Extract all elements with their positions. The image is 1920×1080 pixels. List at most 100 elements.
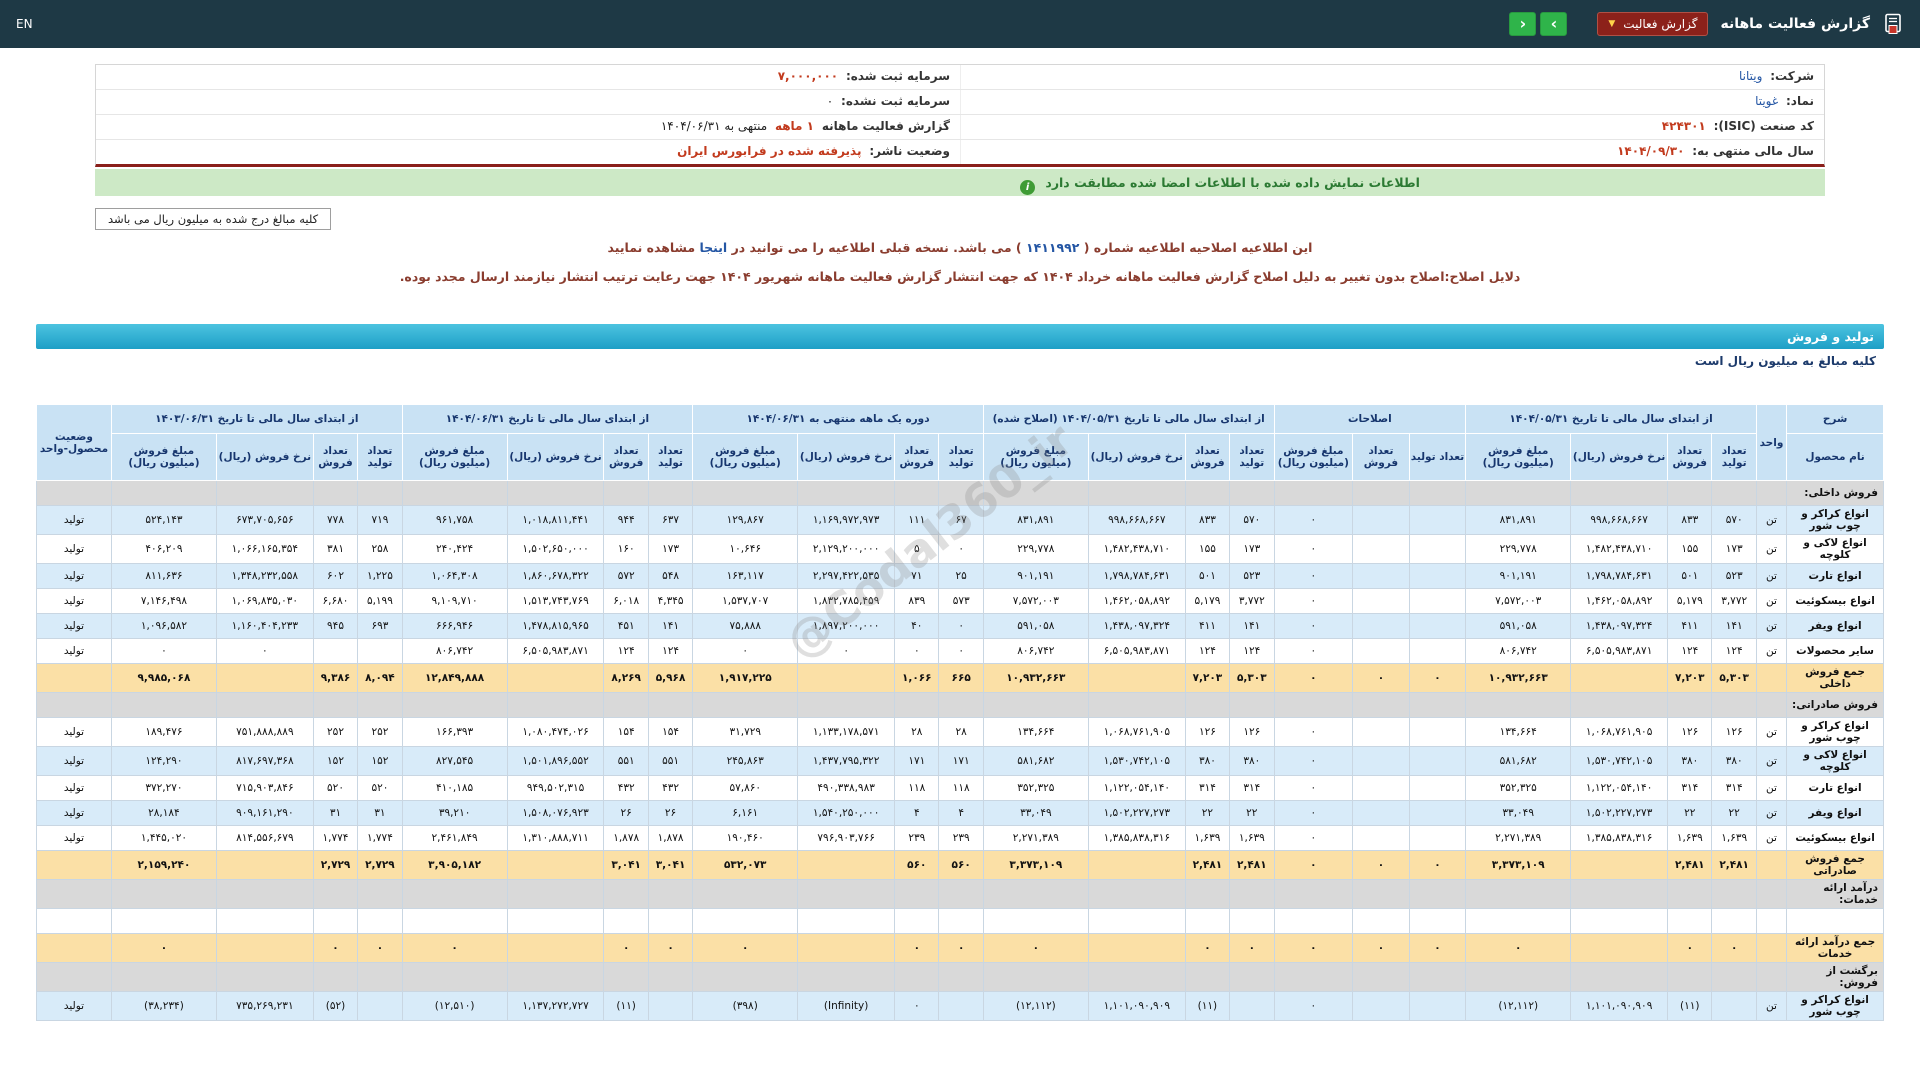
table-cell: ۵۸۱,۶۸۲ [982, 746, 1089, 776]
table-cell: ۱۲۶ [1229, 717, 1275, 747]
table-cell: ۰ [938, 613, 984, 639]
table-cell: ۲,۴۸۱ [1667, 850, 1713, 880]
table-cell [401, 908, 508, 934]
table-cell [401, 962, 508, 992]
company-link[interactable]: ویتانا [1739, 69, 1762, 83]
table-cell [692, 962, 799, 992]
table-cell: ۵,۱۹۹ [357, 588, 403, 614]
table-cell: ۴۳۲ [603, 775, 649, 801]
table-cell: (۱۲,۱۱۲) [1465, 991, 1572, 1021]
notice-number-link[interactable]: ۱۴۱۱۹۹۲ [1026, 240, 1079, 255]
table-cell: (۱۲,۵۱۰) [401, 991, 508, 1021]
table-cell [1408, 480, 1467, 506]
table-cell: ۱,۰۶۸,۷۶۱,۹۰۵ [1570, 717, 1669, 747]
header-sub: تعداد تولید [938, 433, 984, 481]
table-cell: ۰ [1273, 991, 1354, 1021]
header-sub: تعداد فروش [312, 433, 359, 481]
table-cell [401, 879, 508, 909]
unit-cell [1755, 663, 1788, 693]
table-cell [506, 480, 605, 506]
table-cell [1352, 480, 1410, 506]
table-cell [1667, 480, 1713, 506]
table-cell [1352, 717, 1410, 747]
table-cell [1229, 879, 1275, 909]
table-cell: ۶,۶۸۰ [312, 588, 359, 614]
table-cell [1352, 908, 1410, 934]
table-cell [692, 908, 799, 934]
table-cell: ۲,۱۵۹,۲۴۰ [110, 850, 217, 880]
production-sales-table: شرح واحد از ابتدای سال مالی تا تاریخ ۱۴۰۴/… [36, 404, 1884, 1021]
symbol-label: نماد: [1785, 94, 1814, 108]
table-cell: ۲,۲۷۱,۳۸۹ [1465, 825, 1572, 851]
report-period-value: ۱ ماهه [774, 119, 814, 133]
info-icon: i [1020, 180, 1036, 195]
product-name-cell: سایر محصولات [1786, 638, 1884, 664]
table-cell: ۷۱ [894, 563, 940, 589]
table-cell: ۵۹۱,۰۵۸ [982, 613, 1089, 639]
table-cell: ۱,۵۰۲,۲۲۷,۲۷۳ [1570, 800, 1669, 826]
table-cell [1408, 588, 1467, 614]
table-cell: ۸,۰۹۴ [357, 663, 403, 693]
nav-next-button[interactable]: › [1540, 12, 1568, 36]
table-cell: ۹۴۹,۵۰۲,۳۱۵ [506, 775, 605, 801]
table-cell [1786, 908, 1884, 934]
isic-label: کد صنعت (ISIC): [1713, 119, 1814, 133]
table-cell: ۰ [1273, 534, 1354, 564]
product-name-cell: انواع تارت [1786, 563, 1884, 589]
unregistered-capital-label: سرمایه ثبت نشده: [841, 94, 950, 108]
header-sub: تعداد فروش [1667, 433, 1713, 481]
header-sub: تعداد تولید [1408, 433, 1467, 481]
table-cell: (۱۱) [1667, 991, 1713, 1021]
table-cell: ۵۲۳ [1711, 563, 1757, 589]
table-cell [1184, 692, 1231, 718]
table-cell: ۱۲۴ [1711, 638, 1757, 664]
table-cell: ۹۴۵ [312, 613, 359, 639]
unit-cell: تن [1755, 825, 1788, 851]
table-cell: ۴۱۰,۱۸۵ [401, 775, 508, 801]
language-toggle-en[interactable]: EN [16, 17, 33, 31]
table-cell [603, 480, 649, 506]
nav-prev-button[interactable]: ‹ [1509, 12, 1537, 36]
table-cell: ۰ [647, 933, 694, 963]
table-cell: ۱,۴۳۸,۰۹۷,۳۲۴ [1570, 613, 1669, 639]
company-label: شرکت: [1770, 69, 1814, 83]
table-cell [506, 962, 605, 992]
table-cell: ۰ [938, 638, 984, 664]
table-cell [1352, 991, 1410, 1021]
table-cell: ۰ [1273, 746, 1354, 776]
table-cell: ۱,۰۶۶ [894, 663, 940, 693]
signature-match-text: اطلاعات نمایش داده شده با اطلاعات امضا ش… [1045, 175, 1420, 190]
previous-notice-link[interactable]: اینجا [699, 240, 727, 255]
table-cell [357, 879, 403, 909]
table-cell: ۱۲۶ [1184, 717, 1231, 747]
table-cell: ۶۳۷ [647, 505, 694, 535]
unit-cell: تن [1755, 800, 1788, 826]
table-cell [647, 908, 694, 934]
total-row: جمع فروش داخلی ۵,۳۰۳ ۷,۲۰۳ ۱۰,۹۳۲,۶۶۳ ۰ ۰ ۰ ۵,۳… [36, 663, 1884, 693]
table-cell: ۱۸۹,۴۷۶ [110, 717, 217, 747]
table-cell: ۱,۵۰۱,۸۹۶,۵۵۲ [506, 746, 605, 776]
table-cell [1465, 692, 1572, 718]
company-info-row: سال مالی منتهی به: ۱۴۰۴/۰۹/۳۰ وضعیت ناشر… [96, 140, 1824, 164]
table-cell [1408, 534, 1467, 564]
table-cell [1667, 692, 1713, 718]
table-cell [1408, 962, 1467, 992]
table-cell: ۲۵۲ [312, 717, 359, 747]
table-cell: ۱,۱۶۹,۹۷۲,۹۷۳ [797, 505, 896, 535]
table-cell: ۲۸ [938, 717, 984, 747]
table-cell: ۰ [1408, 850, 1467, 880]
report-type-dropdown[interactable]: گزارش فعالیت ▼ [1597, 12, 1709, 36]
table-cell [1755, 692, 1788, 718]
table-cell [1408, 775, 1467, 801]
table-cell: ۱۴۱ [1229, 613, 1275, 639]
table-cell: ۲,۷۲۹ [357, 850, 403, 880]
table-cell [1352, 613, 1410, 639]
report-dropdown-label: گزارش فعالیت [1623, 17, 1698, 31]
table-cell: ۸۱۱,۶۳۶ [110, 563, 217, 589]
table-cell [894, 692, 940, 718]
issuer-status-label: وضعیت ناشر: [869, 144, 950, 158]
unit-cell: تن [1755, 638, 1788, 664]
table-cell: ۳۷۲,۲۷۰ [110, 775, 217, 801]
symbol-link[interactable]: غویتا [1755, 94, 1778, 108]
table-cell: ۲,۱۲۹,۲۰۰,۰۰۰ [797, 534, 896, 564]
